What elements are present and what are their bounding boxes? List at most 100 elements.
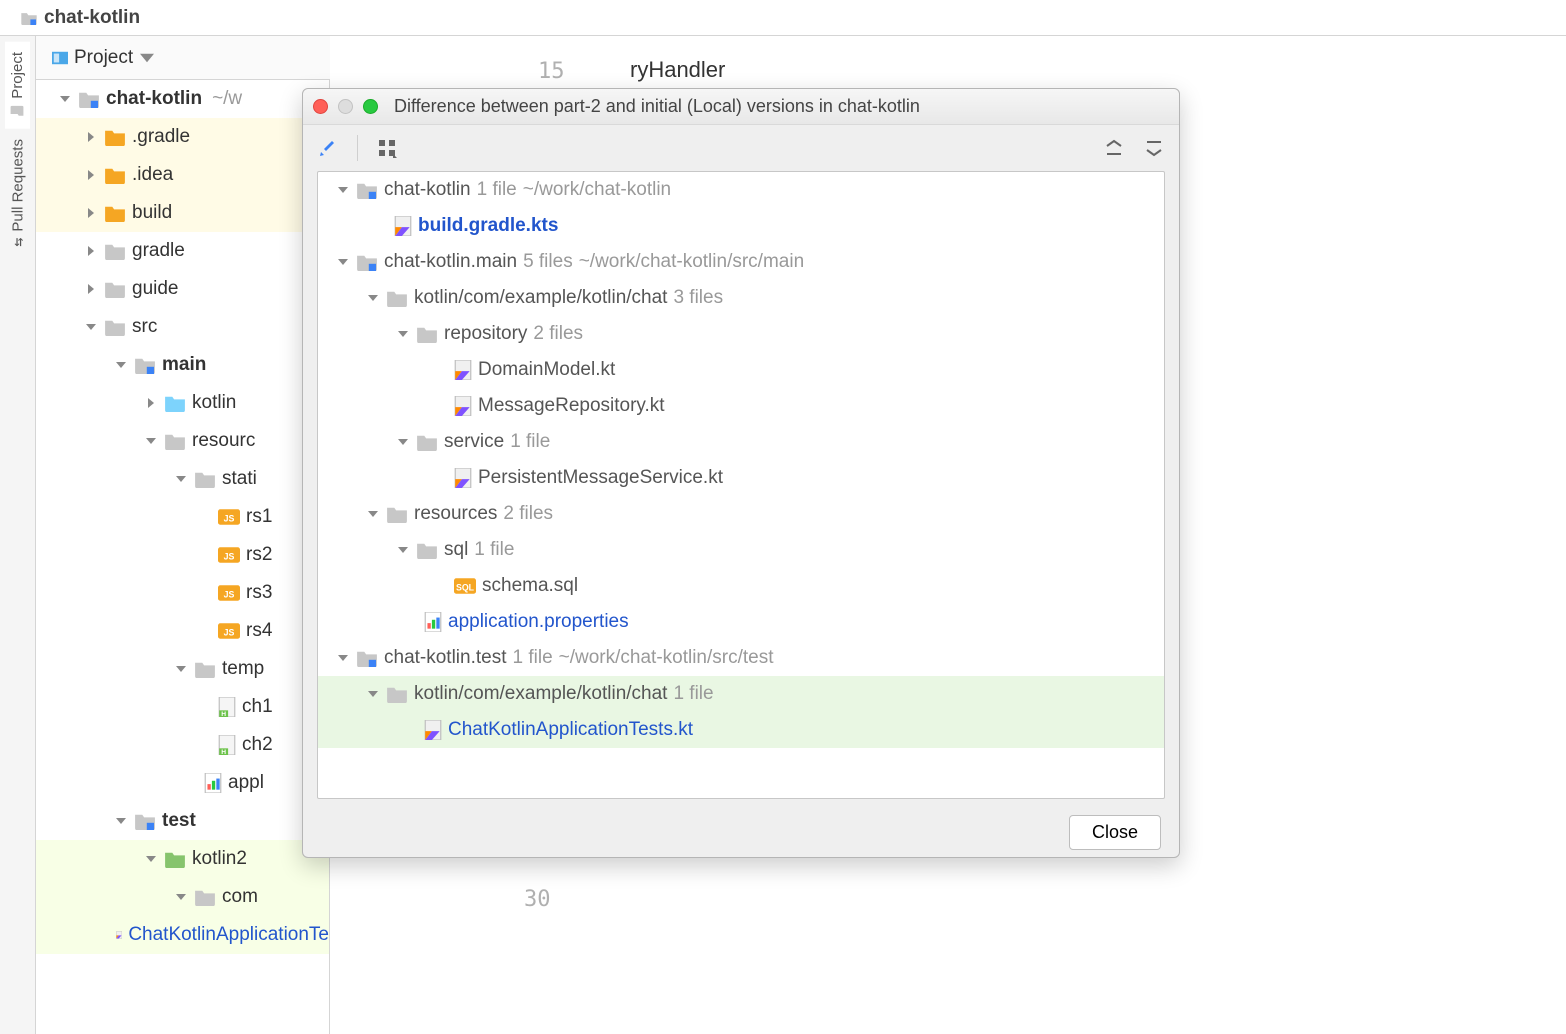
expand-toggle[interactable] [114,358,128,372]
diff-folder-row[interactable]: service1 file [318,424,1164,460]
tree-item[interactable]: build [36,194,329,232]
tree-item[interactable]: src [36,308,329,346]
expand-toggle[interactable] [84,244,98,258]
diff-folder-row[interactable]: kotlin/com/example/kotlin/chat3 files [318,280,1164,316]
collapse-all-button[interactable] [1143,137,1165,159]
expand-toggle[interactable] [144,396,158,410]
diff-module-row[interactable]: chat-kotlin.test1 file~/work/chat-kotlin… [318,640,1164,676]
expand-all-button[interactable] [1103,137,1125,159]
folder-icon [386,685,408,703]
row-meta: 2 files [533,323,583,345]
expand-toggle[interactable] [396,327,410,341]
tree-item[interactable]: temp [36,650,329,688]
expand-toggle[interactable] [336,651,350,665]
tree-item[interactable]: appl [36,764,329,802]
folder-icon [386,289,408,307]
gutter-line: 30 [524,876,551,924]
tree-item[interactable]: guide [36,270,329,308]
tree-item[interactable]: gradle [36,232,329,270]
close-button[interactable]: Close [1069,815,1161,850]
tree-item[interactable]: ChatKotlinApplicationTe [36,916,329,954]
diff-module-row[interactable]: chat-kotlin1 file~/work/chat-kotlin [318,172,1164,208]
project-tree[interactable]: chat-kotlin ~/w .gradle .idea build grad… [36,80,330,1034]
expand-toggle[interactable] [396,435,410,449]
folder-icon [416,325,438,343]
breadcrumb-project[interactable]: chat-kotlin [44,7,140,29]
expand-toggle[interactable] [366,291,380,305]
tree-label: rs1 [246,506,272,528]
tree-item[interactable]: kotlin [36,384,329,422]
group-by-button[interactable] [376,137,398,159]
row-name: DomainModel.kt [478,359,615,381]
expand-toggle[interactable] [144,852,158,866]
expand-toggle[interactable] [84,320,98,334]
expand-toggle[interactable] [144,434,158,448]
expand-toggle[interactable] [366,507,380,521]
row-name: PersistentMessageService.kt [478,467,723,489]
diff-file-row[interactable]: DomainModel.kt [318,352,1164,388]
tree-item[interactable]: ch2 [36,726,329,764]
tree-item[interactable]: com [36,878,329,916]
tree-item[interactable]: test [36,802,329,840]
tree-item[interactable]: kotlin2 [36,840,329,878]
diff-folder-row[interactable]: kotlin/com/example/kotlin/chat1 file [318,676,1164,712]
row-meta: 1 file [673,683,713,705]
expand-toggle[interactable] [336,255,350,269]
row-name: resources [414,503,497,525]
breadcrumb: chat-kotlin [0,0,1566,36]
diff-file-row[interactable]: application.properties [318,604,1164,640]
zoom-window-button[interactable] [363,99,378,114]
expand-toggle[interactable] [174,662,188,676]
window-controls [313,99,378,114]
tree-root[interactable]: chat-kotlin ~/w [36,80,329,118]
row-meta: 3 files [673,287,723,309]
tree-item[interactable]: ch1 [36,688,329,726]
tree-item[interactable]: rs4 [36,612,329,650]
dialog-tree[interactable]: chat-kotlin1 file~/work/chat-kotlin buil… [317,171,1165,799]
expand-toggle[interactable] [174,890,188,904]
diff-file-row[interactable]: ChatKotlinApplicationTests.kt [318,712,1164,748]
expand-toggle[interactable] [336,183,350,197]
row-name: chat-kotlin [384,179,471,201]
diff-file-row[interactable]: PersistentMessageService.kt [318,460,1164,496]
diff-folder-row[interactable]: resources2 files [318,496,1164,532]
expand-toggle[interactable] [84,168,98,182]
expand-toggle[interactable] [84,206,98,220]
folder-icon [386,505,408,523]
expand-toggle[interactable] [58,92,72,106]
expand-toggle[interactable] [114,814,128,828]
tree-item[interactable]: rs1 [36,498,329,536]
show-diff-button[interactable] [317,137,339,159]
minimize-window-button[interactable] [338,99,353,114]
diff-file-row[interactable]: MessageRepository.kt [318,388,1164,424]
close-window-button[interactable] [313,99,328,114]
diff-file-row[interactable]: build.gradle.kts [318,208,1164,244]
diff-file-row[interactable]: schema.sql [318,568,1164,604]
diff-module-row[interactable]: chat-kotlin.main5 files~/work/chat-kotli… [318,244,1164,280]
tree-item[interactable]: main [36,346,329,384]
folder-icon [104,128,126,146]
expand-toggle[interactable] [84,282,98,296]
tree-item[interactable]: resourc [36,422,329,460]
project-view-combo[interactable]: Project [46,45,161,71]
folder-icon [104,204,126,222]
expand-toggle[interactable] [84,130,98,144]
project-tool-tab[interactable]: Project [5,42,30,129]
dialog-titlebar[interactable]: Difference between part-2 and initial (L… [303,89,1179,125]
diff-folder-row[interactable]: repository2 files [318,316,1164,352]
tree-item[interactable]: stati [36,460,329,498]
expand-toggle[interactable] [366,687,380,701]
diff-folder-row[interactable]: sql1 file [318,532,1164,568]
tree-label: .idea [132,164,173,186]
tree-item[interactable]: rs3 [36,574,329,612]
tree-item[interactable]: rs2 [36,536,329,574]
js-file-icon [218,623,240,639]
folder-icon [416,433,438,451]
tree-item[interactable]: .idea [36,156,329,194]
tree-label: guide [132,278,179,300]
expand-toggle[interactable] [174,472,188,486]
expand-toggle[interactable] [396,543,410,557]
kotlin-file-icon [454,468,472,488]
pull-requests-tool-tab[interactable]: ⇆ Pull Requests [5,129,31,257]
tree-item[interactable]: .gradle [36,118,329,156]
